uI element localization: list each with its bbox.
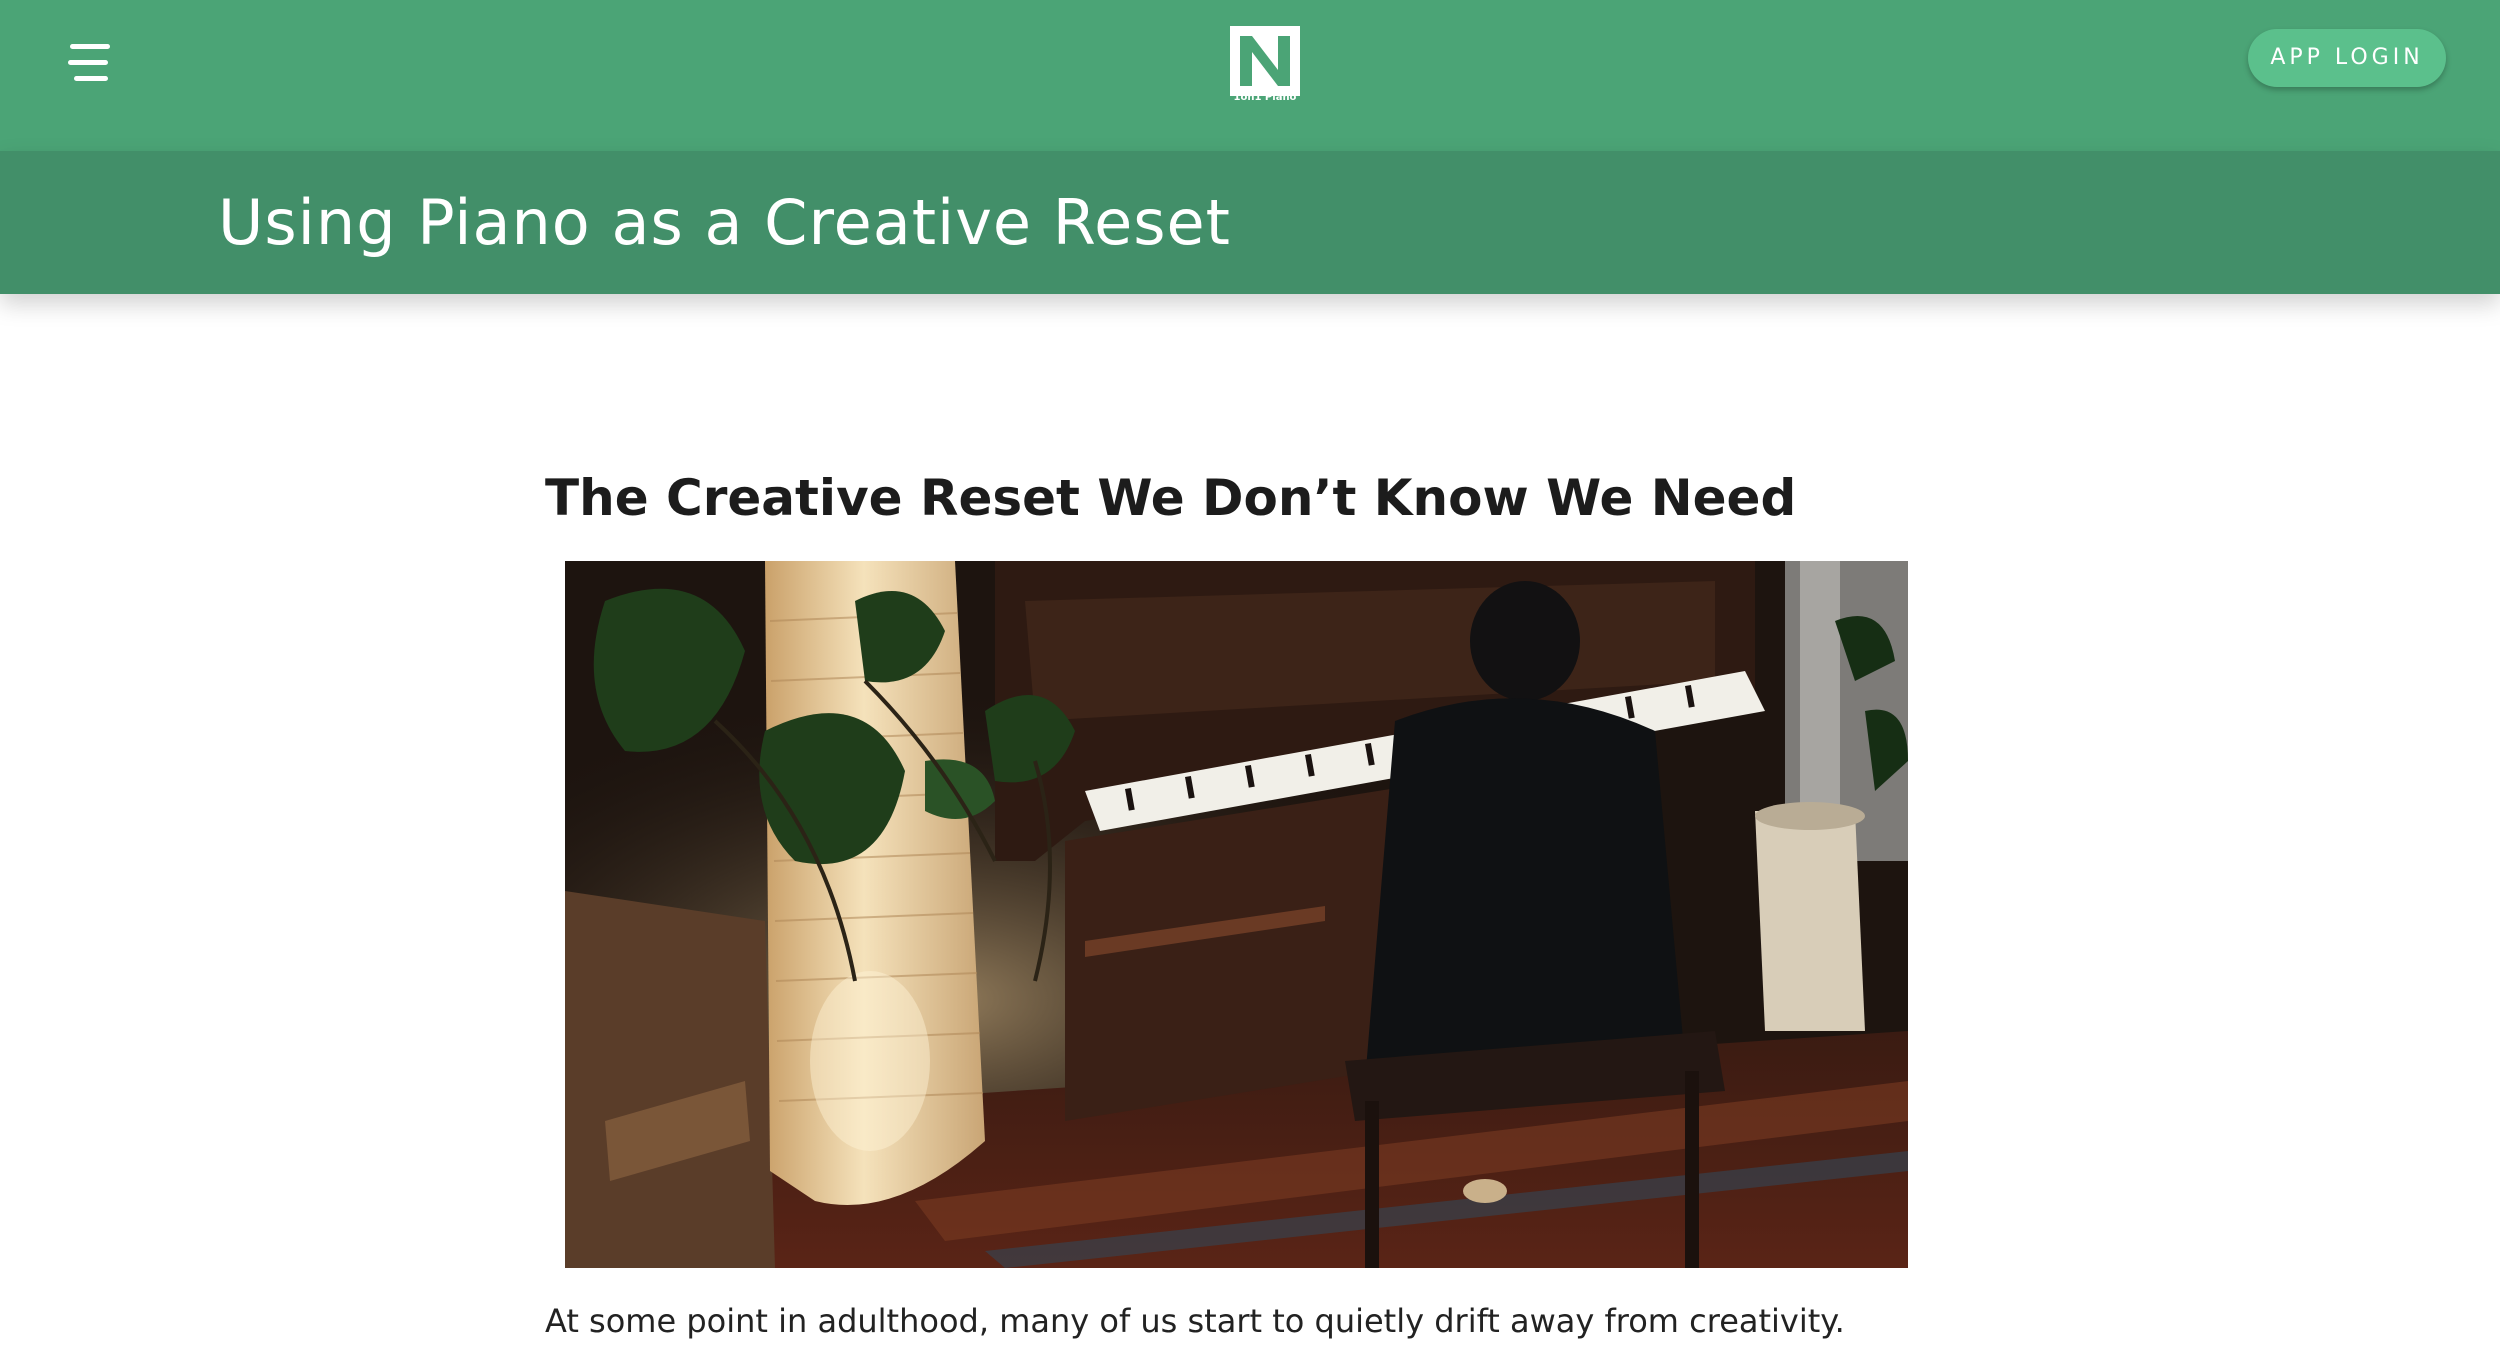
logo-caption: 1on1 Piano — [1233, 92, 1297, 103]
page-title-band: Using Piano as a Creative Reset — [0, 151, 2500, 294]
menu-line — [68, 60, 108, 65]
menu-line — [74, 76, 108, 81]
app-login-button[interactable]: APP LOGIN — [2248, 29, 2446, 87]
hamburger-menu-icon[interactable] — [62, 40, 114, 86]
page-title: Using Piano as a Creative Reset — [218, 186, 1231, 259]
article-heading: The Creative Reset We Don’t Know We Need — [545, 469, 1797, 527]
piano-photo-illustration — [565, 561, 1908, 1268]
article-paragraph: At some point in adulthood, many of us s… — [545, 1302, 1845, 1340]
top-navigation-bar: 1on1 Piano APP LOGIN — [0, 0, 2500, 151]
article-hero-image — [565, 561, 1908, 1268]
menu-line — [70, 44, 110, 49]
